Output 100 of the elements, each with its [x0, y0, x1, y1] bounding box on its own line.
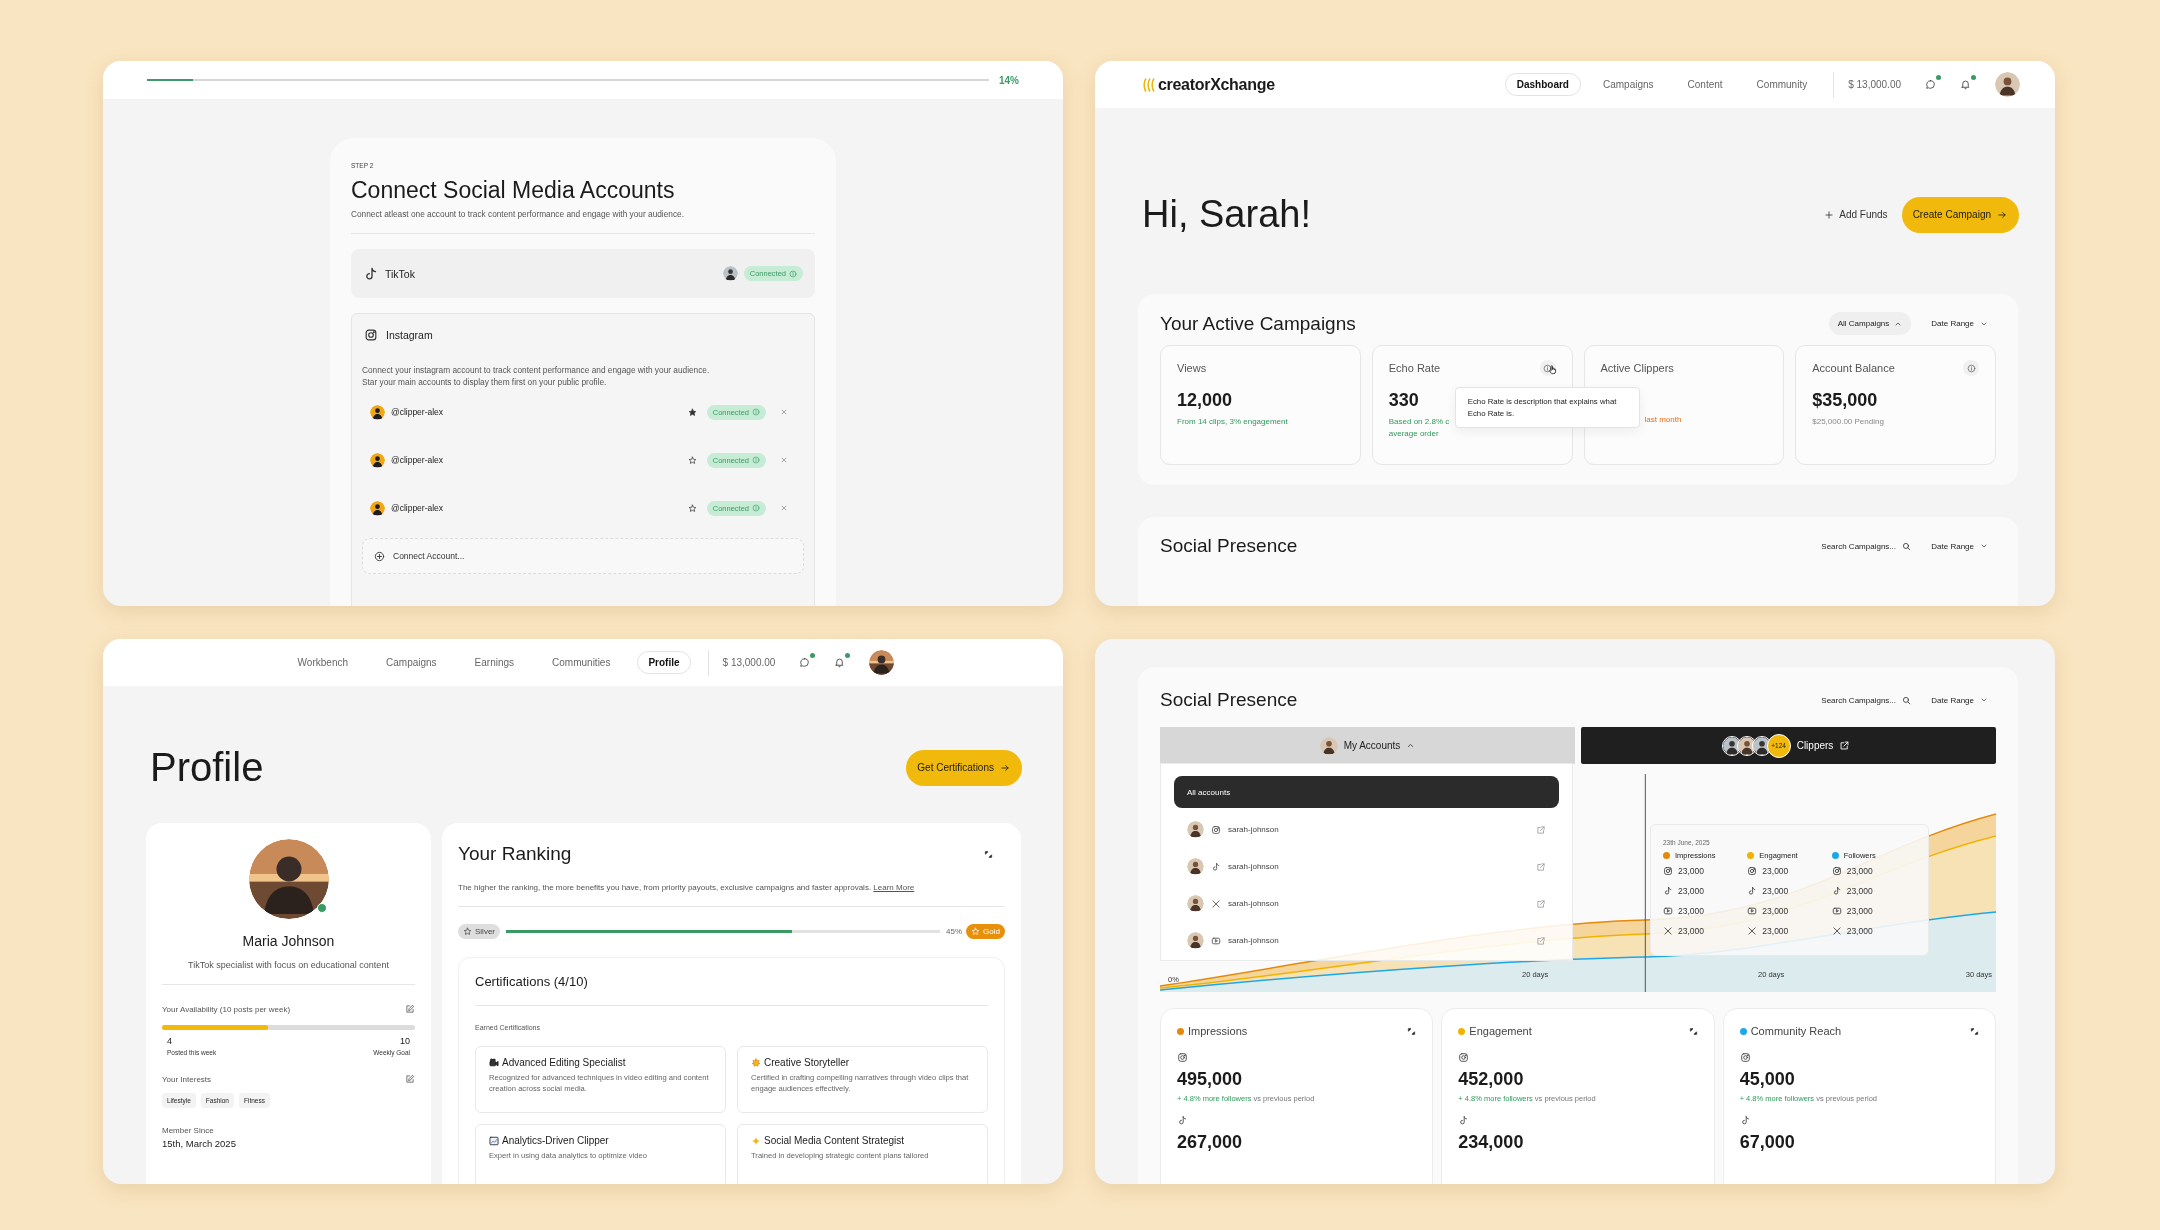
account-menu-item[interactable]: sarah-johnson [1174, 848, 1559, 885]
camera-icon [1831, 866, 1842, 876]
field-label: Your Interests [162, 1074, 212, 1084]
stat-note: Based on 2.8% c [1388, 416, 1451, 428]
nav-link[interactable]: Campaigns [1590, 73, 1666, 96]
info-icon [1966, 363, 1976, 373]
camera-icon [1663, 866, 1673, 876]
x-icon [1663, 926, 1673, 936]
metric-value: 67,000 [1739, 1132, 1796, 1153]
metric-value: 267,000 [1177, 1132, 1244, 1153]
metric-value: 495,000 [1177, 1069, 1244, 1090]
add-funds-button[interactable]: Add Funds [1824, 209, 1888, 220]
avatar [869, 650, 895, 675]
section-title: Social Presence [1160, 689, 1299, 711]
stat-value: 330 [1388, 390, 1419, 411]
stat-label: Views [1177, 362, 1207, 374]
user-bio: TikTok specialist with focus on educational content [187, 960, 390, 970]
bell-icon[interactable] [834, 657, 846, 668]
greeting: Hi, Sarah! [1142, 193, 1311, 236]
avatar [370, 500, 385, 516]
account-menu-item[interactable]: sarah-johnson [1174, 811, 1559, 848]
tooltip-value: 23,000 [1678, 886, 1704, 896]
create-campaign-button[interactable]: Create Campaign [1901, 196, 2019, 233]
edit-icon[interactable] [405, 1074, 415, 1084]
nav-link[interactable]: Content [1675, 73, 1735, 96]
expand-icon[interactable] [1970, 1026, 1979, 1036]
tooltip-value: 23,000 [1846, 886, 1873, 896]
info-icon [1543, 363, 1552, 373]
info-icon [752, 456, 760, 465]
x-icon [1211, 898, 1221, 909]
music-note-icon [363, 265, 379, 282]
account-menu-item[interactable]: sarah-johnson [1174, 885, 1559, 922]
camera-icon [1458, 1052, 1470, 1063]
star-icon[interactable] [687, 407, 697, 417]
nav-link[interactable]: Community [1744, 73, 1820, 96]
play-icon [1747, 906, 1758, 916]
edit-icon[interactable] [405, 1004, 415, 1014]
avatar [722, 266, 738, 281]
search-field[interactable]: Search Campaigns... [1821, 695, 1912, 705]
account-name: sarah-johnson [1228, 862, 1279, 871]
bell-icon[interactable] [1960, 79, 1971, 90]
video-camera-icon [489, 1057, 499, 1068]
date-range-dropdown[interactable]: Date Range [1923, 319, 1996, 328]
page-subtitle: Connect atleast one account to track content performance and engage with your audience. [351, 209, 685, 219]
info-icon [752, 504, 760, 513]
stat-note: average order [1388, 427, 1440, 440]
tooltip-value: 23,000 [1762, 926, 1789, 936]
section-title: Social Presence [1160, 535, 1299, 557]
description-text: Connect your instagram account to track content performance and engage with your audience. [362, 364, 711, 376]
avatar [1319, 736, 1338, 755]
certification-title: Creative Storyteller [764, 1057, 850, 1068]
music-note-icon [1747, 886, 1758, 896]
star-icon[interactable] [687, 455, 697, 465]
tooltip-value: 23,000 [1762, 866, 1789, 876]
get-certifications-button[interactable]: Get Certifications [906, 749, 1022, 786]
account-menu-item[interactable]: sarah-johnson [1174, 922, 1559, 959]
stat-label: Echo Rate [1388, 362, 1441, 374]
logo-text: creatorXchange [1158, 75, 1275, 94]
stat-note: $25,000.00 Pending [1812, 416, 1885, 428]
avatar [1995, 72, 2020, 97]
search-field[interactable]: Search Campaigns... [1821, 541, 1912, 551]
expand-icon[interactable] [984, 849, 993, 859]
account-menu-item[interactable]: All accounts [1174, 776, 1559, 808]
star-icon [971, 927, 981, 936]
arrow-right-icon [1997, 209, 2007, 220]
play-icon [1831, 906, 1842, 916]
camera-icon [1177, 1052, 1188, 1063]
expand-icon[interactable] [1407, 1026, 1417, 1036]
expand-icon[interactable] [1688, 1026, 1698, 1036]
nav-link[interactable]: Earnings [463, 651, 526, 674]
external-link-icon [1536, 824, 1546, 835]
search-icon [1902, 695, 1912, 705]
stat-label: Account Balance [1812, 362, 1895, 374]
star-icon [463, 927, 472, 936]
music-note-icon [1831, 886, 1842, 896]
balance-text: $ 13,000.00 [722, 657, 776, 668]
ranking-description: The higher the ranking, the more benefits you have, from priority payouts, exclusive campaigns and faster approvals. Learn More [458, 883, 916, 892]
connect-account-button[interactable]: Connect Account... [362, 538, 804, 575]
platform-name: Instagram [386, 329, 433, 341]
star-icon[interactable] [687, 503, 697, 513]
date-range-dropdown[interactable]: Date Range [1923, 541, 1996, 551]
chat-icon[interactable] [1925, 79, 1936, 90]
chat-icon[interactable] [799, 657, 811, 668]
account-handle: @clipper-alex [391, 407, 444, 418]
learn-more-link[interactable]: Learn More [873, 883, 915, 892]
accounts-tab[interactable]: My Accounts [1160, 727, 1575, 764]
user-name: Maria Johnson [241, 933, 336, 949]
tooltip-value: 23,000 [1678, 866, 1704, 876]
info-icon [752, 408, 760, 417]
tooltip-value: 23,000 [1762, 886, 1789, 896]
stat-note: From 14 clips, 3% engagement [1177, 416, 1289, 428]
nav-link[interactable]: Campaigns [375, 651, 448, 674]
campaign-filter[interactable]: All Campaigns [1828, 312, 1912, 335]
tooltip-value: 23,000 [1846, 906, 1873, 916]
nav-link[interactable]: Communities [541, 651, 622, 674]
sparkle-icon [751, 1135, 761, 1146]
info-button[interactable] [1963, 360, 1979, 376]
tooltip-value: 23,000 [1762, 906, 1789, 916]
date-range-dropdown[interactable]: Date Range [1923, 695, 1996, 705]
nav-link[interactable]: Workbench [286, 651, 359, 674]
